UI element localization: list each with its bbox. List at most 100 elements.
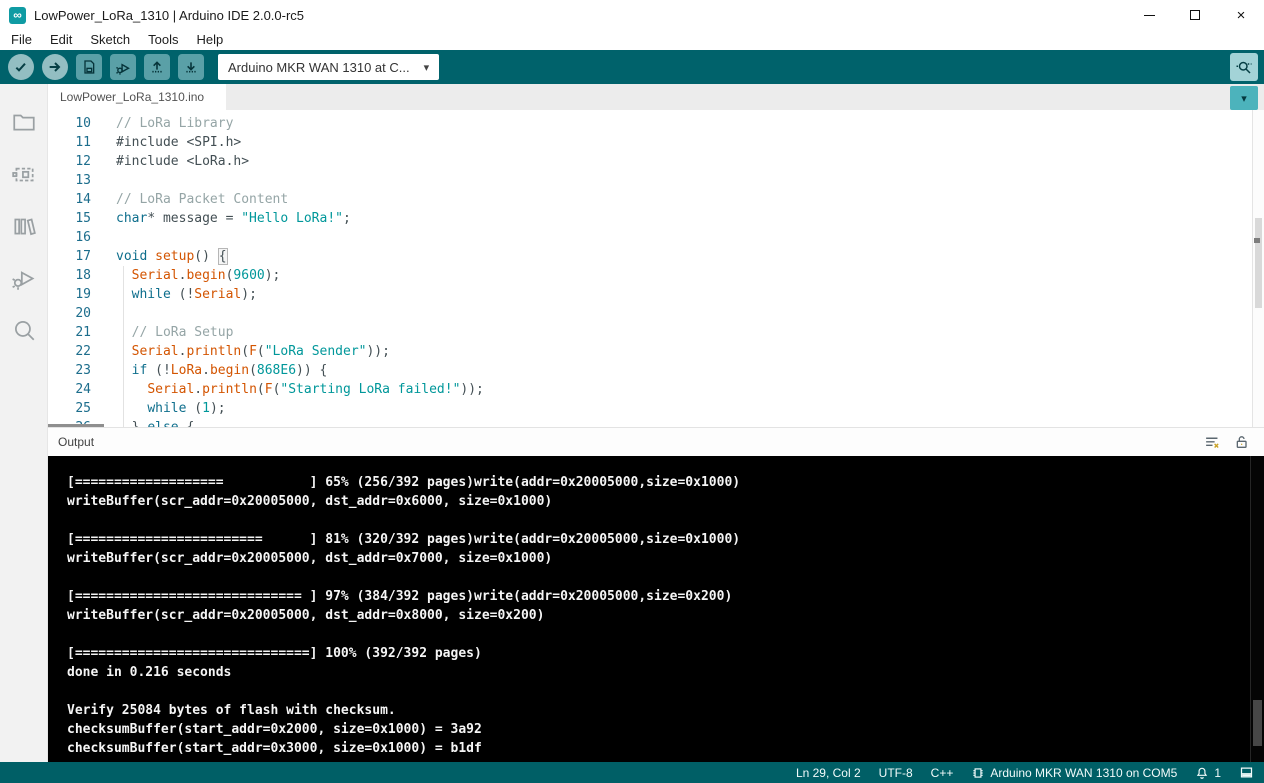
toolbar: Arduino MKR WAN 1310 at C... ▾	[0, 50, 1264, 84]
editor-lines[interactable]: // LoRa Library#include <SPI.h>#include …	[106, 110, 1264, 427]
console-line	[67, 568, 1244, 587]
push-sketch-button[interactable]	[144, 54, 170, 80]
clear-output-button[interactable]	[1204, 434, 1221, 451]
books-icon	[11, 213, 37, 239]
output-console[interactable]: [=================== ] 65% (256/392 page…	[48, 456, 1264, 762]
minimize-icon	[1144, 15, 1155, 16]
cursor-position[interactable]: Ln 29, Col 2	[796, 766, 861, 780]
chevron-down-icon: ▾	[424, 61, 430, 74]
arduino-logo-icon: ∞	[9, 7, 26, 24]
console-line: checksumBuffer(start_addr=0x2000, size=0…	[67, 720, 1244, 739]
code-line[interactable]: // LoRa Setup	[116, 323, 1264, 342]
code-line[interactable]: char* message = "Hello LoRa!";	[116, 209, 1264, 228]
encoding-indicator[interactable]: UTF-8	[879, 766, 913, 780]
line-number: 12	[48, 152, 106, 171]
tab-lowpower-lora-1310[interactable]: LowPower_LoRa_1310.ino	[48, 84, 226, 110]
serial-monitor-button[interactable]	[1230, 53, 1258, 81]
console-line	[67, 682, 1244, 701]
close-icon: ×	[1237, 8, 1246, 23]
infinity-glyph: ∞	[13, 8, 22, 22]
code-line[interactable]: } else {	[116, 418, 1264, 427]
close-button[interactable]: ×	[1218, 0, 1264, 30]
debug-icon	[115, 59, 132, 76]
console-scrollbar-thumb[interactable]	[1253, 700, 1262, 746]
status-bar: Ln 29, Col 2 UTF-8 C++ Arduino MKR WAN 1…	[0, 762, 1264, 783]
console-line: writeBuffer(scr_addr=0x20005000, dst_add…	[67, 606, 1244, 625]
activity-sidebar	[0, 84, 48, 762]
maximize-icon	[1190, 10, 1200, 20]
line-number: 21	[48, 323, 106, 342]
menu-sketch[interactable]: Sketch	[81, 30, 139, 50]
console-line	[67, 625, 1244, 644]
arrow-down-icon	[183, 59, 199, 75]
code-line[interactable]: void setup() {	[116, 247, 1264, 266]
maximize-button[interactable]	[1172, 0, 1218, 30]
sidebar-item-debugger[interactable]	[0, 252, 48, 304]
code-line[interactable]: #include <SPI.h>	[116, 133, 1264, 152]
code-line[interactable]: while (1);	[116, 399, 1264, 418]
code-line[interactable]: Serial.println(F("LoRa Sender"));	[116, 342, 1264, 361]
console-text: [=================== ] 65% (256/392 page…	[67, 473, 1244, 758]
console-line: checksumBuffer(start_addr=0x3000, size=0…	[67, 739, 1244, 758]
menu-file[interactable]: File	[2, 30, 41, 50]
toggle-panel-button[interactable]	[1239, 765, 1254, 780]
line-number: 13	[48, 171, 106, 190]
menu-edit[interactable]: Edit	[41, 30, 81, 50]
line-number: 19	[48, 285, 106, 304]
editor-vertical-scrollbar[interactable]	[1252, 110, 1264, 427]
line-number: 14	[48, 190, 106, 209]
scroll-lock-button[interactable]	[1234, 434, 1250, 450]
window-title: LowPower_LoRa_1310 | Arduino IDE 2.0.0-r…	[34, 8, 304, 23]
editor-dropdown-button[interactable]: ▾	[1230, 86, 1258, 110]
menu-tools[interactable]: Tools	[139, 30, 187, 50]
panel-layout-icon	[1239, 765, 1254, 780]
title-bar: ∞ LowPower_LoRa_1310 | Arduino IDE 2.0.0…	[0, 0, 1264, 30]
line-number: 11	[48, 133, 106, 152]
editor-horizontal-scrollbar[interactable]	[48, 424, 104, 427]
sidebar-item-boards-manager[interactable]	[0, 148, 48, 200]
console-vertical-scrollbar[interactable]	[1250, 456, 1264, 762]
code-line[interactable]: // LoRa Library	[116, 114, 1264, 133]
check-icon	[13, 59, 29, 75]
menu-help[interactable]: Help	[187, 30, 232, 50]
arduino-ide-window: ∞ LowPower_LoRa_1310 | Arduino IDE 2.0.0…	[0, 0, 1264, 783]
chevron-down-icon: ▾	[1241, 92, 1247, 105]
main-area: LowPower_LoRa_1310.ino ▾ 101112131415161…	[0, 84, 1264, 762]
console-line: writeBuffer(scr_addr=0x20005000, dst_add…	[67, 549, 1244, 568]
code-line[interactable]: Serial.println(F("Starting LoRa failed!"…	[116, 380, 1264, 399]
arrow-up-icon	[149, 59, 165, 75]
language-indicator[interactable]: C++	[931, 766, 954, 780]
minimize-button[interactable]	[1126, 0, 1172, 30]
code-line[interactable]: while (!Serial);	[116, 285, 1264, 304]
editor-scrollbar-thumb[interactable]	[1255, 218, 1262, 308]
board-selector-dropdown[interactable]: Arduino MKR WAN 1310 at C... ▾	[218, 54, 439, 80]
console-line: [======================== ] 81% (320/392…	[67, 530, 1244, 549]
code-line[interactable]: if (!LoRa.begin(868E6)) {	[116, 361, 1264, 380]
board-status-label: Arduino MKR WAN 1310 on COM5	[990, 766, 1177, 780]
chip-icon	[11, 161, 37, 187]
line-number: 15	[48, 209, 106, 228]
debug-button[interactable]	[110, 54, 136, 80]
editor-overview-mark	[1254, 238, 1260, 243]
file-icon	[81, 59, 97, 75]
line-number: 24	[48, 380, 106, 399]
code-line[interactable]	[116, 171, 1264, 190]
sidebar-item-sketchbook[interactable]	[0, 96, 48, 148]
code-editor[interactable]: 1011121314151617181920212223242526 // Lo…	[48, 110, 1264, 427]
code-line[interactable]: Serial.begin(9600);	[116, 266, 1264, 285]
code-line[interactable]: // LoRa Packet Content	[116, 190, 1264, 209]
code-line[interactable]: #include <LoRa.h>	[116, 152, 1264, 171]
upload-button[interactable]	[42, 54, 68, 80]
code-line[interactable]	[116, 304, 1264, 323]
tab-label: LowPower_LoRa_1310.ino	[60, 90, 204, 104]
board-status[interactable]: Arduino MKR WAN 1310 on COM5	[971, 766, 1177, 780]
line-number: 22	[48, 342, 106, 361]
save-sketch-button[interactable]	[76, 54, 102, 80]
sidebar-item-library-manager[interactable]	[0, 200, 48, 252]
verify-button[interactable]	[8, 54, 34, 80]
pull-sketch-button[interactable]	[178, 54, 204, 80]
notifications-button[interactable]: 1	[1195, 766, 1221, 780]
code-line[interactable]	[116, 228, 1264, 247]
sidebar-item-search[interactable]	[0, 304, 48, 356]
line-number: 18	[48, 266, 106, 285]
